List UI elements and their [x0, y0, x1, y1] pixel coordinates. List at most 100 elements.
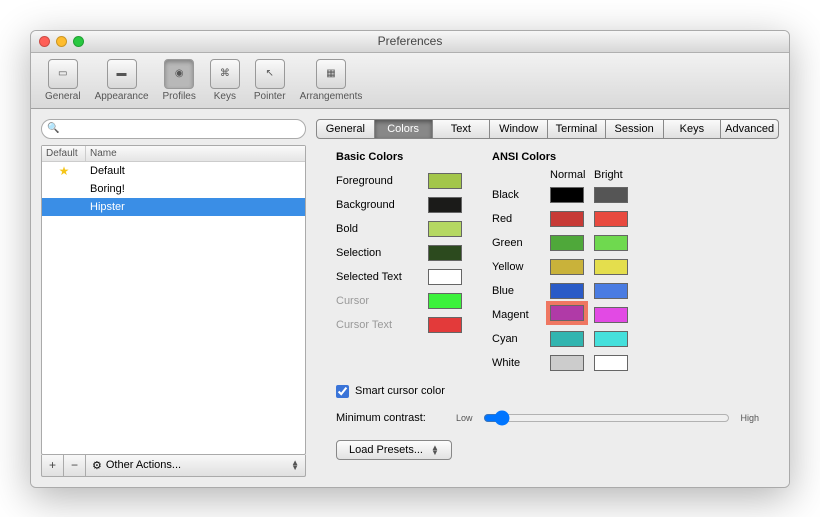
load-presets-button[interactable]: Load Presets... ▲▼ — [336, 440, 452, 460]
close-icon[interactable] — [39, 36, 50, 47]
tab-session[interactable]: Session — [605, 119, 664, 139]
ansi-color-row: Blue — [492, 279, 638, 303]
ansi-bright-label: Bright — [594, 169, 638, 181]
load-presets-label: Load Presets... — [349, 444, 423, 456]
ansi-label: Green — [492, 237, 550, 249]
profile-row[interactable]: ★Default — [42, 162, 305, 180]
basic-color-row: Selected Text — [336, 265, 462, 289]
tab-keys[interactable]: Keys — [663, 119, 722, 139]
arrangements-icon: ▦ — [316, 59, 346, 89]
tab-general[interactable]: General — [316, 119, 375, 139]
ansi-normal-swatch[interactable] — [550, 259, 584, 275]
colors-panel: Basic Colors Foreground Background Bold Sel… — [316, 147, 779, 477]
ansi-bright-swatch[interactable] — [594, 331, 628, 347]
basic-color-row: Foreground — [336, 169, 462, 193]
ansi-bright-swatch[interactable] — [594, 307, 628, 323]
tab-terminal[interactable]: Terminal — [547, 119, 606, 139]
ansi-bright-swatch[interactable] — [594, 211, 628, 227]
search-input[interactable] — [41, 119, 306, 139]
minimize-icon[interactable] — [56, 36, 67, 47]
ansi-color-row: Black — [492, 183, 638, 207]
list-header: Default Name — [42, 146, 305, 162]
toolbar-keys[interactable]: ⌘Keys — [204, 57, 246, 104]
toolbar-label: Arrangements — [300, 91, 363, 102]
basic-color-row: Selection — [336, 241, 462, 265]
ansi-normal-swatch[interactable] — [550, 211, 584, 227]
ansi-bright-swatch[interactable] — [594, 355, 628, 371]
profile-row[interactable]: Hipster — [42, 198, 305, 216]
profile-row[interactable]: Boring! — [42, 180, 305, 198]
profiles-icon: ◉ — [164, 59, 194, 89]
other-actions-dropdown[interactable]: ⚙ Other Actions... ▲▼ — [86, 459, 305, 472]
ansi-bright-swatch[interactable] — [594, 259, 628, 275]
ansi-normal-swatch[interactable] — [550, 305, 584, 321]
color-swatch[interactable] — [428, 173, 462, 189]
basic-colors-heading: Basic Colors — [336, 151, 462, 163]
ansi-color-row: Red — [492, 207, 638, 231]
profiles-list: Default Name ★DefaultBoring!Hipster — [41, 145, 306, 455]
col-default[interactable]: Default — [42, 146, 86, 161]
ansi-normal-swatch[interactable] — [550, 187, 584, 203]
col-name[interactable]: Name — [86, 146, 305, 161]
color-label: Bold — [336, 223, 420, 235]
toolbar-pointer[interactable]: ↖ Pointer — [248, 57, 292, 104]
window-title: Preferences — [31, 34, 789, 48]
color-label: Selected Text — [336, 271, 420, 283]
toolbar-profiles[interactable]: ◉ Profiles — [157, 57, 202, 104]
star-icon: ★ — [59, 164, 70, 178]
ansi-normal-swatch[interactable] — [550, 355, 584, 371]
ansi-bright-swatch[interactable] — [594, 187, 628, 203]
updown-icon: ▲▼ — [291, 460, 299, 470]
other-actions-label: Other Actions... — [106, 459, 181, 471]
tab-advanced[interactable]: Advanced — [720, 119, 779, 139]
ansi-color-row: Magent — [492, 303, 638, 327]
tab-window[interactable]: Window — [489, 119, 548, 139]
basic-color-row: Cursor — [336, 289, 462, 313]
ansi-normal-swatch[interactable] — [550, 235, 584, 251]
gear-icon: ⚙ — [92, 459, 102, 472]
tab-colors[interactable]: Colors — [374, 119, 433, 139]
ansi-label: Black — [492, 189, 550, 201]
profile-name: Hipster — [86, 201, 305, 213]
contrast-slider[interactable] — [483, 410, 731, 426]
contrast-row: Minimum contrast: Low High — [336, 410, 759, 426]
tab-text[interactable]: Text — [432, 119, 491, 139]
ansi-label: Magent — [492, 309, 550, 321]
updown-icon: ▲▼ — [431, 445, 439, 455]
color-label: Cursor — [336, 295, 420, 307]
color-swatch[interactable] — [428, 245, 462, 261]
list-body: ★DefaultBoring! Hipster — [42, 162, 305, 216]
smart-cursor-checkbox[interactable] — [336, 385, 349, 398]
ansi-normal-swatch[interactable] — [550, 331, 584, 347]
ansi-bright-swatch[interactable] — [594, 235, 628, 251]
color-swatch[interactable] — [428, 269, 462, 285]
ansi-bright-swatch[interactable] — [594, 283, 628, 299]
toolbar-label: Profiles — [163, 91, 196, 102]
color-label: Background — [336, 199, 420, 211]
color-swatch[interactable] — [428, 221, 462, 237]
remove-profile-button[interactable]: − — [64, 455, 86, 476]
highlighted-swatch — [546, 301, 588, 325]
color-swatch[interactable] — [428, 293, 462, 309]
ansi-normal-swatch[interactable] — [550, 283, 584, 299]
general-icon: ▭ — [48, 59, 78, 89]
color-swatch[interactable] — [428, 197, 462, 213]
smart-cursor-label: Smart cursor color — [355, 385, 445, 397]
default-star: ★ — [42, 164, 86, 178]
toolbar-arrangements[interactable]: ▦ Arrangements — [294, 57, 369, 104]
add-profile-button[interactable]: + — [42, 455, 64, 476]
color-swatch[interactable] — [428, 317, 462, 333]
toolbar-appearance[interactable]: ▬Appearance — [89, 57, 155, 104]
ansi-label: White — [492, 357, 550, 369]
zoom-icon[interactable] — [73, 36, 84, 47]
ansi-label: Red — [492, 213, 550, 225]
contrast-label: Minimum contrast: — [336, 412, 446, 424]
ansi-color-row: White — [492, 351, 638, 375]
ansi-label: Cyan — [492, 333, 550, 345]
toolbar-label: Pointer — [254, 91, 286, 102]
pointer-icon: ↖ — [255, 59, 285, 89]
ansi-normal-label: Normal — [550, 169, 594, 181]
toolbar-general[interactable]: ▭General — [39, 57, 87, 104]
contrast-low: Low — [456, 413, 473, 423]
profiles-sidebar: 🔍 Default Name ★DefaultBoring!Hipster + … — [41, 119, 306, 477]
